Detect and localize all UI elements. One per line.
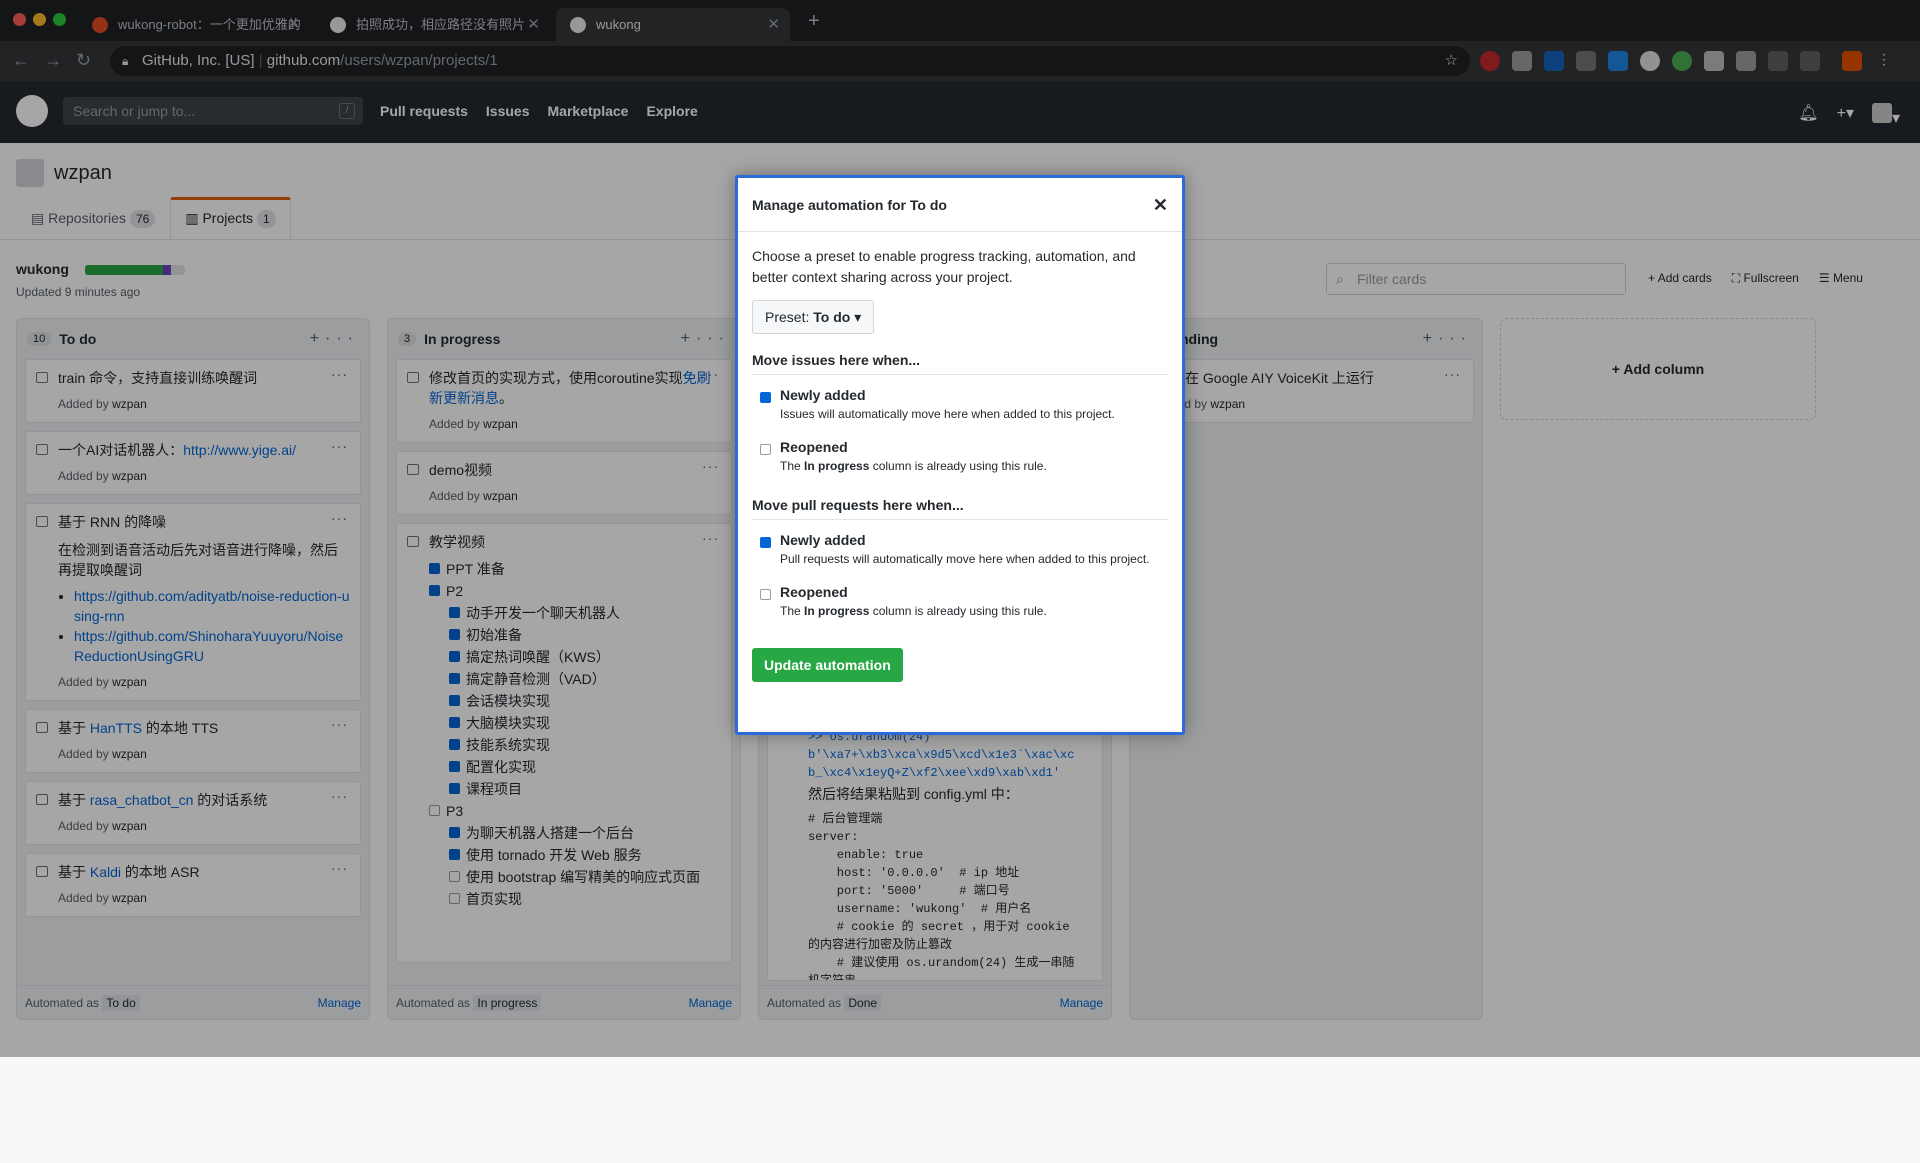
- desc-text: column is already using this rule.: [869, 459, 1047, 473]
- issues-section-heading: Move issues here when...: [752, 352, 1168, 375]
- dialog-header: Manage automation for To do ✕: [738, 178, 1182, 232]
- desc-bold: In progress: [804, 459, 870, 473]
- caret-down-icon: ▾: [854, 309, 862, 325]
- desc-text: The: [780, 459, 805, 473]
- issues-newly-added-checkbox[interactable]: [760, 392, 771, 403]
- desc-bold: In progress: [804, 604, 870, 618]
- option-label[interactable]: Reopened: [780, 584, 1168, 600]
- dialog-body: Choose a preset to enable progress track…: [738, 232, 1182, 696]
- pr-newly-added-option: Newly added Pull requests will automatic…: [752, 520, 1168, 568]
- option-label[interactable]: Newly added: [780, 532, 1168, 548]
- pr-reopened-checkbox[interactable]: [760, 589, 771, 600]
- issues-reopened-option: Reopened The In progress column is alrea…: [752, 423, 1168, 475]
- desc-text: The: [780, 604, 805, 618]
- option-label[interactable]: Newly added: [780, 387, 1168, 403]
- dialog-intro: Choose a preset to enable progress track…: [752, 248, 1136, 285]
- issues-reopened-checkbox[interactable]: [760, 444, 771, 455]
- preset-value: To do: [813, 309, 851, 325]
- option-description: The In progress column is already using …: [780, 458, 1168, 475]
- preset-dropdown[interactable]: Preset: To do ▾: [752, 300, 875, 334]
- option-description: Pull requests will automatically move he…: [780, 552, 1150, 566]
- preset-label: Preset:: [765, 309, 810, 325]
- option-description: Issues will automatically move here when…: [780, 407, 1115, 421]
- pr-newly-added-checkbox[interactable]: [760, 537, 771, 548]
- close-icon[interactable]: ✕: [1153, 178, 1168, 232]
- option-description: The In progress column is already using …: [780, 603, 1168, 620]
- manage-automation-dialog: Manage automation for To do ✕ Choose a p…: [735, 175, 1185, 735]
- issues-newly-added-option: Newly added Issues will automatically mo…: [752, 375, 1168, 423]
- pr-reopened-option: Reopened The In progress column is alrea…: [752, 568, 1168, 620]
- desc-text: column is already using this rule.: [869, 604, 1047, 618]
- pr-section-heading: Move pull requests here when...: [752, 497, 1168, 520]
- update-automation-button[interactable]: Update automation: [752, 648, 903, 682]
- option-label[interactable]: Reopened: [780, 439, 1168, 455]
- dialog-title: Manage automation for To do: [752, 197, 947, 213]
